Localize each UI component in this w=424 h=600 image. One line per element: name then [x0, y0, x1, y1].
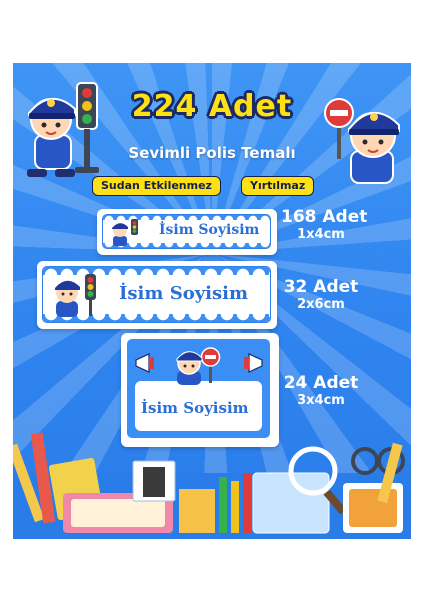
- quantity-count: 24 Adet: [283, 373, 359, 393]
- title-count: 224 Adet: [131, 89, 293, 124]
- police-officer-stop-sign-icon: [176, 347, 221, 385]
- quantity-small: 168 Adet 1x4cm: [281, 207, 368, 242]
- quantity-medium: 32 Adet 2x6cm: [281, 277, 361, 312]
- subtitle: Sevimli Polis Temalı: [128, 144, 296, 162]
- quantity-count: 168 Adet: [281, 207, 368, 227]
- police-officer-mini-icon: [112, 219, 138, 246]
- label-name: İsim Soyisim: [159, 222, 260, 238]
- badge-waterproof: Sudan Etkilenmez: [92, 176, 221, 196]
- megaphone-icon: [135, 353, 154, 373]
- police-officer-mini-icon: [55, 274, 96, 317]
- sticker-label-small: İsim Soyisim: [97, 209, 277, 255]
- quantity-size: 1x4cm: [297, 227, 345, 242]
- quantity-count: 32 Adet: [283, 277, 359, 297]
- quantity-size: 2x6cm: [297, 297, 345, 312]
- sticker-label-medium: İsim Soyisim: [37, 261, 277, 329]
- label-name: İsim Soyisim: [119, 283, 249, 304]
- school-supplies-icon: [13, 432, 411, 539]
- badge-tearproof: Yırtılmaz: [241, 176, 315, 196]
- megaphone-icon: [244, 353, 263, 373]
- product-poster: 224 Adet Sevimli Polis Temalı Sudan Etki…: [13, 63, 411, 539]
